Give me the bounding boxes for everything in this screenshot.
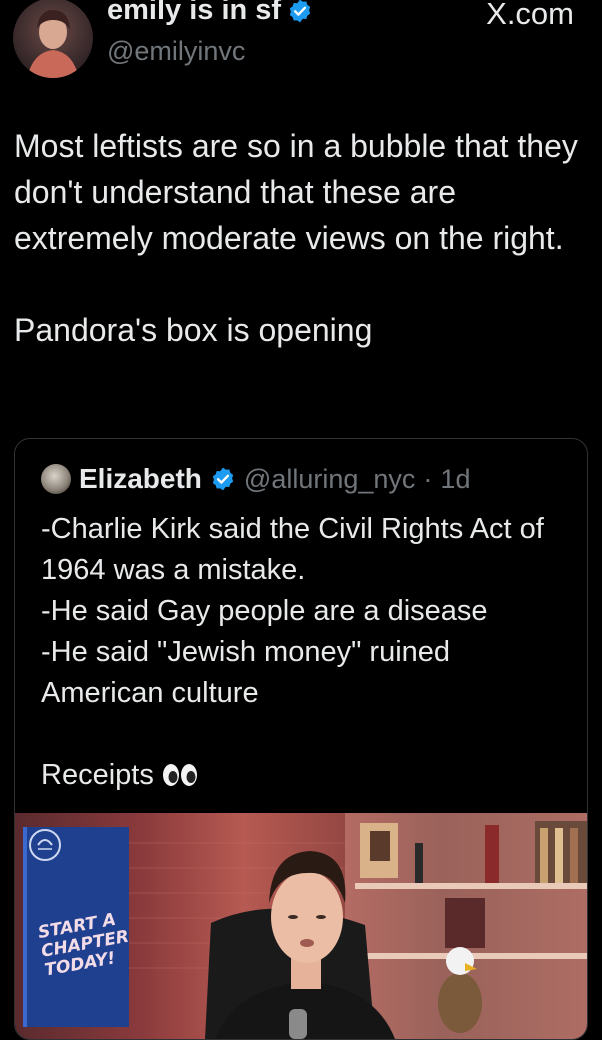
quoted-line: -Charlie Kirk said the Civil Rights Act … (41, 513, 544, 586)
verified-badge-icon (289, 0, 311, 22)
quoted-author-name[interactable]: Elizabeth (79, 463, 202, 495)
quoted-line: -He said "Jewish money" ruined American … (41, 636, 451, 709)
chapter-banner: START A CHAPTER TODAY! (23, 827, 131, 1027)
quoted-tweet-time[interactable]: 1d (440, 464, 470, 495)
tweet-paragraph: Pandora's box is opening (14, 312, 373, 348)
tweet-header: emily is in sf @emilyinvc X.com (0, 0, 602, 100)
receipts-text: Receipts (41, 759, 154, 791)
author-avatar[interactable] (13, 0, 93, 78)
author-name[interactable]: emily is in sf (107, 0, 313, 27)
org-logo-icon (29, 829, 61, 861)
author-handle[interactable]: @emilyinvc (107, 36, 245, 67)
quoted-tweet-header: Elizabeth @alluring_nyc · 1d (41, 463, 470, 495)
quoted-tweet-text: -Charlie Kirk said the Civil Rights Act … (41, 509, 571, 796)
tweet-text: Most leftists are so in a bubble that th… (14, 123, 584, 353)
separator-dot: · (423, 463, 433, 494)
quoted-line: -He said Gay people are a disease (41, 595, 488, 627)
author-name-text: emily is in sf (107, 0, 282, 26)
source-label: X.com (486, 0, 574, 31)
eyes-emoji-icon (162, 764, 197, 786)
quoted-author-avatar[interactable] (41, 464, 71, 494)
verified-badge-icon (212, 467, 234, 491)
quoted-media-thumbnail[interactable]: START A CHAPTER TODAY! (15, 813, 587, 1039)
banner-text: START A CHAPTER TODAY! (36, 909, 131, 981)
tweet-paragraph: Most leftists are so in a bubble that th… (14, 128, 578, 256)
receipts-line: Receipts (41, 755, 571, 796)
quoted-author-handle[interactable]: @alluring_nyc (244, 464, 416, 495)
quoted-tweet-card[interactable]: Elizabeth @alluring_nyc · 1d -Charlie Ki… (14, 438, 588, 1040)
